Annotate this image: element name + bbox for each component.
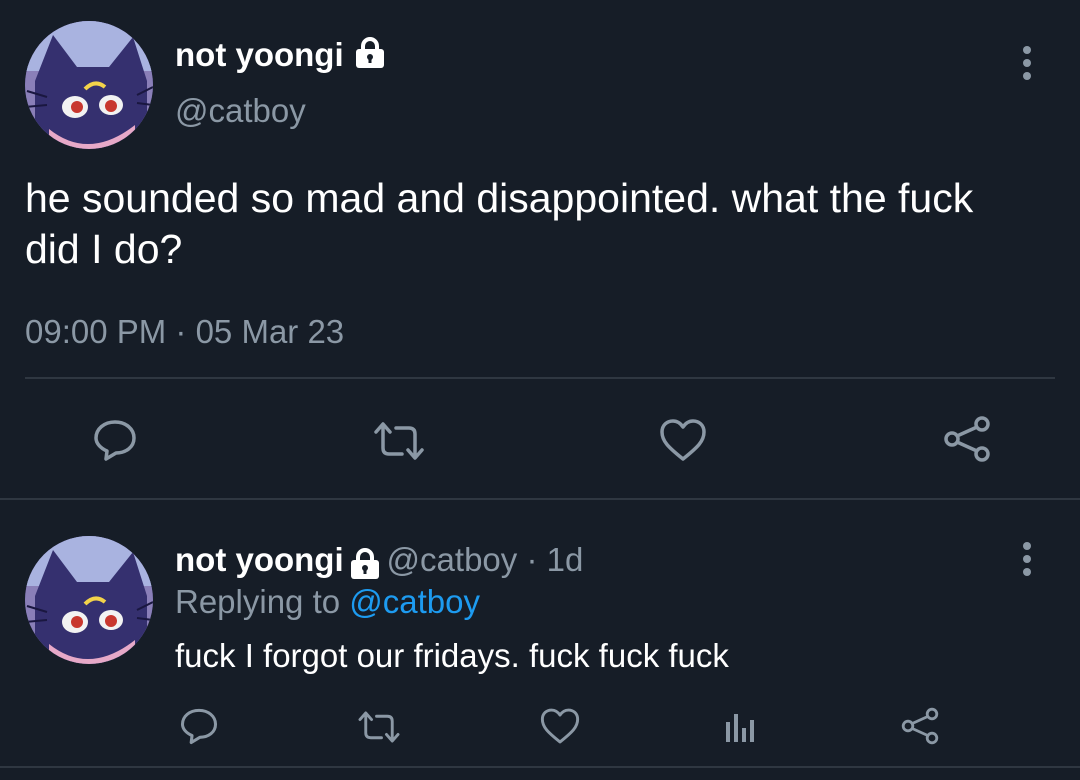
reply-author-name[interactable]: not yoongi [175,541,344,578]
retweet-icon [374,422,424,460]
reply-button[interactable] [177,705,221,747]
divider [0,766,1080,768]
reply-button[interactable] [88,415,142,465]
replying-to-label: Replying to [175,583,341,620]
tweet-text-line-2: did I do? [25,226,183,272]
cat-avatar-image [25,21,153,149]
reply-icon [180,708,218,745]
reply-header: not yoongi @catboy · 1d [175,541,583,585]
replying-to-mention[interactable]: @catboy [349,583,480,620]
like-button[interactable] [538,705,582,747]
like-icon [540,708,580,744]
lock-icon [348,548,382,585]
retweet-icon [358,711,400,743]
reply-icon [94,420,136,461]
reply-tweet-text: fuck I forgot our fridays. fuck fuck fuc… [175,637,729,674]
lock-icon [353,37,387,77]
share-icon [944,416,990,462]
tweet-timestamp[interactable]: 09:00 PM · 05 Mar 23 [25,313,344,351]
more-options-icon[interactable] [1014,44,1040,84]
share-button[interactable] [898,705,942,747]
replying-to: Replying to @catboy [175,583,480,621]
divider [0,498,1080,500]
tweet-text: he sounded so mad and disappointed. what… [25,173,1075,275]
divider [25,377,1055,379]
author-name[interactable]: not yoongi [175,36,387,77]
more-options-icon[interactable] [1014,540,1040,580]
share-icon [901,707,939,745]
author-name-text: not yoongi [175,36,344,73]
retweet-button[interactable] [370,418,428,464]
reply-avatar[interactable] [25,536,153,664]
author-handle[interactable]: @catboy [175,92,306,130]
tweet-text-line-1: he sounded so mad and disappointed. what… [25,175,974,221]
cat-avatar-image [25,536,153,664]
analytics-button[interactable] [718,706,758,746]
analytics-icon [726,714,754,742]
avatar[interactable] [25,21,153,149]
reply-handle-time[interactable]: @catboy · 1d [387,541,584,578]
share-button[interactable] [941,414,993,464]
like-icon [660,419,706,461]
retweet-button[interactable] [355,708,403,746]
like-button[interactable] [657,415,709,465]
